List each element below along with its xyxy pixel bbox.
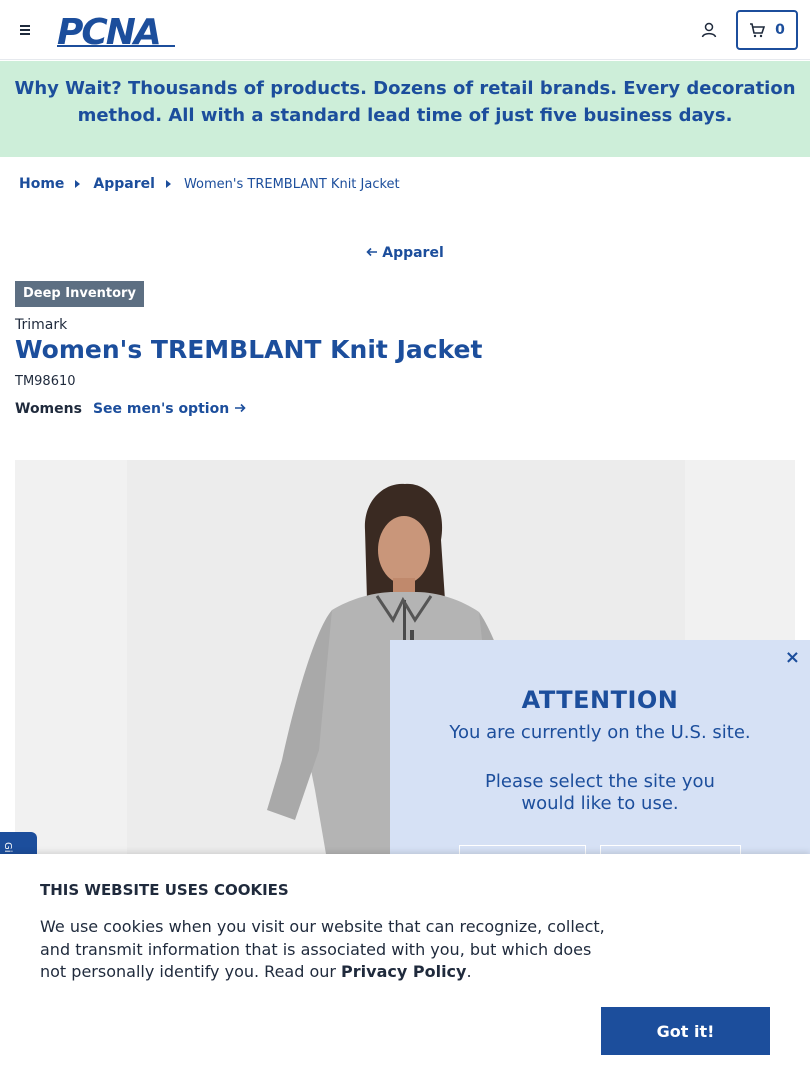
product-title: Women's TREMBLANT Knit Jacket xyxy=(15,335,483,364)
cookie-text-end: . xyxy=(466,962,472,981)
breadcrumb-separator-icon xyxy=(165,180,171,188)
breadcrumb: Home Apparel Women's TREMBLANT Knit Jack… xyxy=(19,174,400,194)
cookie-banner: THIS WEBSITE USES COOKIES We use cookies… xyxy=(0,854,810,1080)
product-brand: Trimark xyxy=(15,317,68,333)
modal-title: ATTENTION xyxy=(521,686,679,714)
pcna-logo[interactable]: PCNA xyxy=(57,12,177,53)
back-link-label: Apparel xyxy=(382,245,444,261)
cart-count: 0 xyxy=(775,22,785,38)
cart-button[interactable]: 0 xyxy=(736,10,798,50)
product-sku: TM98610 xyxy=(15,374,76,389)
privacy-policy-link[interactable]: Privacy Policy xyxy=(341,962,466,981)
cookie-text-body: We use cookies when you visit our websit… xyxy=(40,917,605,981)
arrow-right-icon xyxy=(234,401,246,417)
promo-banner-text: Why Wait? Thousands of products. Dozens … xyxy=(14,78,796,126)
cart-icon xyxy=(750,23,766,38)
logo-text: PCNA xyxy=(57,14,160,48)
modal-select-site-text: Please select the site you would like to… xyxy=(485,771,715,814)
gender-label: Womens xyxy=(15,401,82,417)
mens-option-link[interactable]: See men's option xyxy=(93,401,246,417)
site-header: PCNA 0 xyxy=(0,0,810,60)
mens-option-label: See men's option xyxy=(92,401,230,417)
breadcrumb-current: Women's TREMBLANT Knit Jacket xyxy=(183,176,400,192)
modal-current-site-text: You are currently on the U.S. site. xyxy=(449,722,751,743)
accept-cookies-button[interactable]: Got it! xyxy=(601,1007,770,1055)
back-link-row: Apparel xyxy=(0,245,810,261)
site-selector-modal: × ATTENTION You are currently on the U.S… xyxy=(390,640,810,880)
feedback-tab-label: Gi xyxy=(2,842,13,853)
back-to-category-link[interactable]: Apparel xyxy=(366,245,444,261)
user-account-icon[interactable] xyxy=(699,20,719,40)
cookie-banner-title: THIS WEBSITE USES COOKIES xyxy=(40,881,289,899)
breadcrumb-home[interactable]: Home xyxy=(19,176,64,192)
hamburger-menu-icon[interactable] xyxy=(19,22,37,38)
cookie-banner-text: We use cookies when you visit our websit… xyxy=(40,916,620,984)
promo-banner: Why Wait? Thousands of products. Dozens … xyxy=(0,61,810,157)
close-icon[interactable]: × xyxy=(785,649,800,667)
gender-row: Womens See men's option xyxy=(15,401,246,417)
breadcrumb-apparel[interactable]: Apparel xyxy=(93,176,155,192)
arrow-left-icon xyxy=(366,245,378,261)
breadcrumb-separator-icon xyxy=(75,180,81,188)
deep-inventory-badge: Deep Inventory xyxy=(15,281,144,307)
